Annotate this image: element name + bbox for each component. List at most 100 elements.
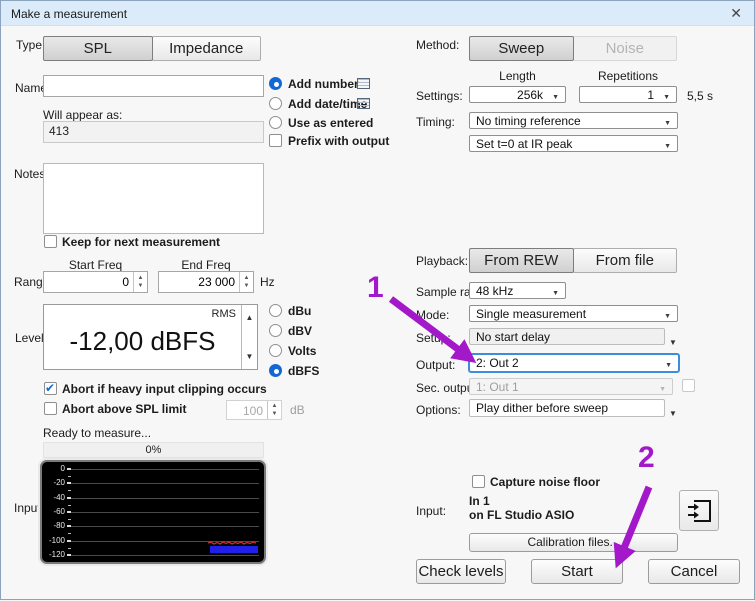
setup-dropdown[interactable]: No start delay <box>469 328 665 345</box>
use-as-entered-label: Use as entered <box>288 116 374 130</box>
level-spinner-arrows[interactable]: ▲ ▼ <box>241 305 257 369</box>
options-dropdown-arrow-icon[interactable] <box>669 403 677 421</box>
start-freq-spinner[interactable]: 0 ▲ ▼ <box>43 271 148 293</box>
start-freq-header: Start Freq <box>68 258 123 272</box>
cancel-button[interactable]: Cancel <box>648 559 740 584</box>
playback-from-file-button[interactable]: From file <box>572 248 677 273</box>
meter-minor-tick <box>68 548 71 549</box>
dropdown-arrow-icon <box>664 307 671 321</box>
start-button[interactable]: Start <box>531 559 623 584</box>
level-value[interactable]: -12,00 dBFS <box>70 326 216 357</box>
keep-for-next-checkbox[interactable] <box>44 235 57 248</box>
volts-label: Volts <box>288 344 317 358</box>
setup-value: No start delay <box>476 329 551 344</box>
sweep-duration: 5,5 s <box>687 89 714 103</box>
status-message: Ready to measure... <box>43 426 152 440</box>
prefix-with-output-label: Prefix with output <box>288 134 390 148</box>
dbu-label: dBu <box>288 304 312 318</box>
sec-output-checkbox[interactable] <box>682 379 695 392</box>
type-impedance-button[interactable]: Impedance <box>151 36 261 61</box>
use-as-entered-radio[interactable] <box>269 116 282 129</box>
options-label: Options: <box>416 403 461 417</box>
meter-minor-tick <box>68 476 71 477</box>
progress-bar: 0% <box>43 442 264 458</box>
timing-t0-dropdown[interactable]: Set t=0 at IR peak <box>469 135 678 152</box>
sample-rate-value: 48 kHz <box>476 283 514 298</box>
mode-dropdown[interactable]: Single measurement <box>469 305 678 322</box>
spl-limit-spinner: 100 ▲ ▼ <box>226 400 282 420</box>
input-level-meter: 0 -20 -40 -60 -80 -100 -120 <box>40 460 266 564</box>
close-icon[interactable]: ✕ <box>730 5 742 22</box>
playback-from-rew-button[interactable]: From REW <box>469 248 574 273</box>
abort-spl-checkbox[interactable] <box>44 402 57 415</box>
add-number-label: Add number <box>288 77 359 91</box>
annotation-step-2: 2 <box>638 441 655 474</box>
options-value: Play dither before sweep <box>476 401 609 415</box>
method-label: Method: <box>416 38 460 52</box>
input-device-label: Input: <box>416 504 447 518</box>
window-title: Make a measurement <box>11 7 128 21</box>
meter-minor-tick <box>68 533 71 534</box>
check-levels-button[interactable]: Check levels <box>416 559 506 584</box>
sec-output-value: 1: Out 1 <box>476 379 519 394</box>
end-freq-spinner[interactable]: 23 000 ▲ ▼ <box>158 271 254 293</box>
output-label: Output: <box>416 358 456 372</box>
will-appear-value: 413 <box>43 121 264 143</box>
dbu-radio[interactable] <box>269 304 282 317</box>
spinner-arrows-icon[interactable]: ▲ ▼ <box>133 272 147 292</box>
options-dropdown[interactable]: Play dither before sweep <box>469 399 665 417</box>
level-box[interactable]: RMS -12,00 dBFS ▲ ▼ <box>43 304 258 370</box>
add-number-radio[interactable] <box>269 77 282 90</box>
end-freq-value[interactable]: 23 000 <box>159 272 239 292</box>
dbv-radio[interactable] <box>269 324 282 337</box>
capture-noise-floor-checkbox[interactable] <box>472 475 485 488</box>
dropdown-arrow-icon <box>552 88 559 102</box>
meter-gridline <box>70 526 259 527</box>
end-freq-header: End Freq <box>181 258 231 272</box>
repetitions-value: 1 <box>647 87 655 102</box>
meter-tick <box>67 511 71 513</box>
meter-gridline <box>70 498 259 499</box>
type-spl-button[interactable]: SPL <box>43 36 153 61</box>
mode-value: Single measurement <box>476 306 587 321</box>
datetime-list-icon[interactable] <box>357 98 370 109</box>
repetitions-header: Repetitions <box>597 69 659 83</box>
meter-gridline <box>70 483 259 484</box>
level-display[interactable]: RMS -12,00 dBFS <box>44 305 241 369</box>
output-dropdown[interactable]: 2: Out 2 <box>468 353 680 373</box>
volts-radio[interactable] <box>269 344 282 357</box>
abort-clipping-checkbox[interactable] <box>44 381 57 395</box>
add-datetime-radio[interactable] <box>269 97 282 110</box>
timing-reference-dropdown[interactable]: No timing reference <box>469 112 678 129</box>
make-a-measurement-dialog: { "window": { "title": "Make a measureme… <box>0 0 755 600</box>
start-freq-value[interactable]: 0 <box>44 272 133 292</box>
dropdown-arrow-icon <box>663 88 670 102</box>
meter-minor-tick <box>68 519 71 520</box>
setup-dropdown-arrow-icon[interactable] <box>669 332 677 350</box>
length-header: Length <box>499 69 536 83</box>
will-appear-label: Will appear as: <box>43 108 123 122</box>
spl-unit-label: dB <box>290 403 305 417</box>
dropdown-arrow-icon <box>665 356 672 370</box>
calibration-files-button[interactable]: Calibration files... <box>469 533 678 552</box>
prefix-with-output-checkbox[interactable] <box>269 134 282 147</box>
dbfs-radio[interactable] <box>269 364 282 377</box>
repetitions-dropdown[interactable]: 1 <box>579 86 677 103</box>
number-list-icon[interactable] <box>357 78 370 89</box>
meter-tick <box>67 497 71 499</box>
spinner-arrows-icon[interactable]: ▲ ▼ <box>239 272 253 292</box>
abort-clipping-label: Abort if heavy input clipping occurs <box>62 382 267 396</box>
sample-rate-dropdown[interactable]: 48 kHz <box>469 282 566 299</box>
select-input-button[interactable] <box>679 490 719 531</box>
annotation-step-1: 1 <box>367 271 384 304</box>
method-sweep-button[interactable]: Sweep <box>469 36 574 61</box>
name-input[interactable] <box>43 75 264 97</box>
meter-tick <box>67 482 71 484</box>
length-dropdown[interactable]: 256k <box>469 86 566 103</box>
settings-label: Settings: <box>416 89 463 103</box>
notes-textarea[interactable] <box>43 163 264 234</box>
timing-reference-value: No timing reference <box>476 113 581 128</box>
timing-label: Timing: <box>416 115 455 129</box>
type-toggle: SPL Impedance <box>43 36 261 61</box>
timing-t0-value: Set t=0 at IR peak <box>476 136 573 151</box>
